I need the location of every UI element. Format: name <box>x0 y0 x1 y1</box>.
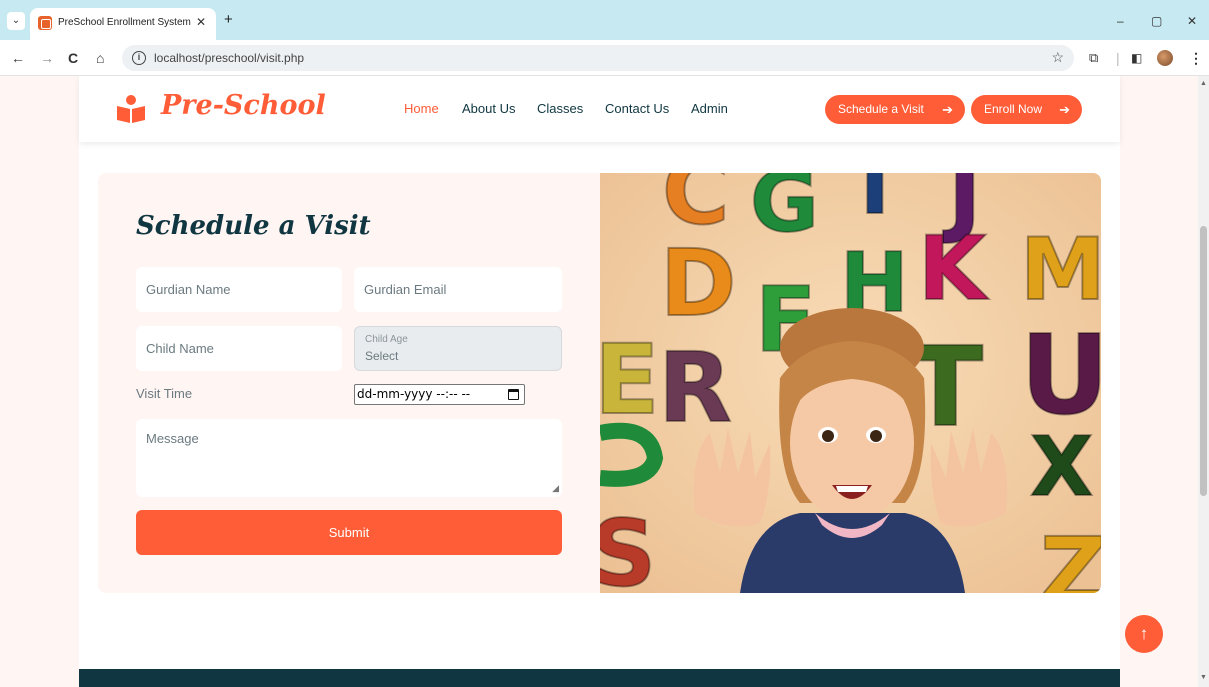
new-tab-icon[interactable]: + <box>224 12 233 28</box>
profile-avatar[interactable] <box>1157 50 1173 66</box>
arrow-up-icon: ↑ <box>1139 624 1149 643</box>
child-age-select[interactable]: Child Age Select <box>354 326 562 371</box>
schedule-visit-label: Schedule a Visit <box>838 102 924 116</box>
child-age-value: Select <box>365 349 399 363</box>
letter-s: S <box>600 500 656 593</box>
site-info-icon[interactable]: i <box>132 51 146 65</box>
extensions-icon[interactable]: ⧉ <box>1089 50 1098 66</box>
letter-z: Z <box>1040 518 1101 593</box>
page-viewport: Pre-School Home About Us Classes Contact… <box>0 76 1198 687</box>
browser-menu-icon[interactable]: ⋮ <box>1189 50 1203 66</box>
child-name-input[interactable]: Child Name <box>136 326 342 371</box>
back-icon[interactable]: ← <box>11 50 25 66</box>
nav-link-contact[interactable]: Contact Us <box>605 101 669 116</box>
nav-link-home[interactable]: Home <box>404 101 439 116</box>
book-reader-icon <box>117 95 145 123</box>
form-heading: Schedule a Visit <box>136 211 371 241</box>
letter-i: I <box>860 173 890 232</box>
restore-icon[interactable]: ▢ <box>1151 14 1162 28</box>
back-to-top-button[interactable]: ↑ <box>1125 615 1163 653</box>
tab-search-icon[interactable]: ⌄ <box>7 12 25 30</box>
visit-time-value: dd-mm-yyyy --:-- -- <box>357 387 471 401</box>
page-container: Pre-School Home About Us Classes Contact… <box>79 76 1120 687</box>
schedule-visit-button[interactable]: Schedule a Visit ➔ <box>825 95 965 124</box>
enroll-now-button[interactable]: Enroll Now ➔ <box>971 95 1082 124</box>
hero-illustration: C G I J D H K M F E R T U X S Z <box>600 173 1101 593</box>
site-logo-text[interactable]: Pre-School <box>161 90 326 121</box>
arrow-right-icon: ➔ <box>942 102 953 117</box>
visit-time-input[interactable]: dd-mm-yyyy --:-- -- <box>354 384 525 405</box>
nav-link-about[interactable]: About Us <box>462 101 515 116</box>
browser-toolbar: ← → C ⌂ i localhost/preschool/visit.php … <box>0 40 1209 76</box>
reload-icon[interactable]: C <box>68 50 78 66</box>
minimize-icon[interactable]: – <box>1117 14 1124 28</box>
browser-tab-bar: ⌄ PreSchool Enrollment System ✕ + – ▢ ✕ <box>0 0 1209 40</box>
guardian-name-input[interactable]: Gurdian Name <box>136 267 342 312</box>
arrow-right-icon: ➔ <box>1059 102 1070 117</box>
browser-tab[interactable]: PreSchool Enrollment System ✕ <box>30 8 216 40</box>
side-panel-icon[interactable]: ◧ <box>1131 50 1142 66</box>
bookmark-star-icon[interactable]: ☆ <box>1051 49 1064 66</box>
letter-g: G <box>750 173 819 251</box>
calendar-icon[interactable] <box>508 389 519 400</box>
child-with-letters-image: C G I J D H K M F E R T U X S Z <box>600 173 1101 593</box>
window-close-icon[interactable]: ✕ <box>1187 14 1197 28</box>
nav-link-admin[interactable]: Admin <box>691 101 728 116</box>
nav-link-classes[interactable]: Classes <box>537 101 583 116</box>
submit-button[interactable]: Submit <box>136 510 562 555</box>
enroll-now-label: Enroll Now <box>984 102 1043 116</box>
child-age-label: Child Age <box>365 334 408 345</box>
home-icon[interactable]: ⌂ <box>96 50 104 66</box>
url-text[interactable]: localhost/preschool/visit.php <box>154 51 304 65</box>
tab-title: PreSchool Enrollment System <box>58 17 191 28</box>
scroll-down-icon[interactable]: ▼ <box>1200 674 1207 681</box>
letter-k: K <box>918 217 989 320</box>
letter-m: M <box>1020 220 1101 320</box>
site-navbar: Pre-School Home About Us Classes Contact… <box>79 76 1120 142</box>
resize-grip-icon[interactable]: ◢ <box>552 483 559 494</box>
letter-r: R <box>658 332 732 444</box>
footer-band <box>79 669 1120 687</box>
letter-e: E <box>600 324 660 436</box>
message-placeholder: Message <box>146 431 199 446</box>
visit-time-label: Visit Time <box>136 386 193 401</box>
scrollbar-thumb[interactable] <box>1200 226 1207 496</box>
letter-x: X <box>1030 420 1093 515</box>
tab-close-icon[interactable]: ✕ <box>196 15 206 29</box>
forward-icon[interactable]: → <box>40 50 54 66</box>
letter-d: D <box>660 230 736 337</box>
address-bar[interactable]: i localhost/preschool/visit.php ☆ <box>122 45 1074 71</box>
toolbar-divider: | <box>1116 50 1120 66</box>
site-favicon-icon <box>38 16 52 30</box>
guardian-email-input[interactable]: Gurdian Email <box>354 267 562 312</box>
message-textarea[interactable]: Message ◢ <box>136 419 562 497</box>
page-scrollbar[interactable]: ▲ ▼ <box>1198 76 1209 687</box>
scroll-up-icon[interactable]: ▲ <box>1200 80 1207 87</box>
schedule-visit-form: Schedule a Visit Gurdian Name Gurdian Em… <box>98 173 600 593</box>
